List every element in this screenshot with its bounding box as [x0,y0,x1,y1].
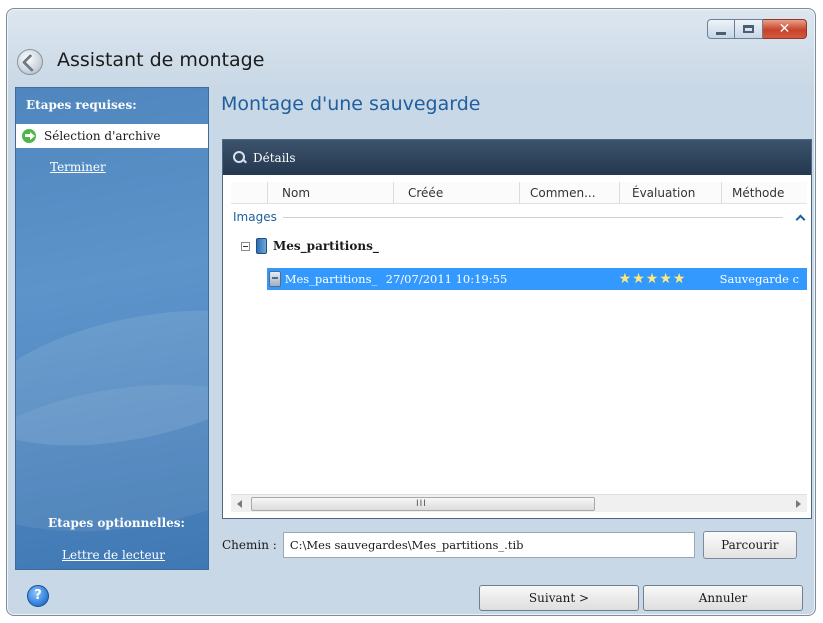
column-header-rating[interactable]: Évaluation [619,182,721,204]
drive-icon [256,238,267,254]
tree-node-label: Mes_partitions_ [273,239,379,253]
details-panel: Détails Nom Créée Commen... Évaluation M… [222,139,812,519]
path-label: Chemin : [222,538,277,552]
browse-button[interactable]: Parcourir [702,531,797,559]
tree-node-archive[interactable]: Mes_partitions_ [241,236,379,256]
row-method: Sauvegarde c [719,272,800,286]
row-created: 27/07/2011 10:19:55 [385,272,508,286]
path-row: Chemin : Parcourir [222,530,812,560]
scroll-left-icon[interactable] [237,500,242,508]
sidebar-item-label: Sélection d'archive [44,129,161,143]
details-label: Détails [253,150,296,165]
maximize-button[interactable] [735,19,763,39]
horizontal-scrollbar[interactable]: III [231,494,807,512]
close-icon: ✕ [778,21,791,37]
title-bar: Assistant de montage ✕ [7,9,815,83]
group-divider [282,216,783,218]
scroll-thumb[interactable]: III [251,497,595,511]
finish-link[interactable]: Terminer [50,160,106,174]
next-button[interactable]: Suivant > [479,585,639,611]
window-controls: ✕ [707,19,807,39]
arrow-right-icon [22,129,36,143]
required-steps-heading: Etapes requises: [26,98,137,112]
minimize-icon [716,31,726,35]
details-header: Détails [223,140,811,175]
drive-letter-link[interactable]: Lettre de lecteur [62,548,165,562]
maximize-icon [743,25,754,33]
row-name: Mes_partitions_ [284,272,378,286]
column-header-comment[interactable]: Commen... [519,182,619,204]
minimize-button[interactable] [707,19,735,39]
page-title: Montage d'une sauvegarde [221,93,481,115]
column-header-method[interactable]: Méthode [721,182,807,204]
column-headers: Nom Créée Commen... Évaluation Méthode [231,182,807,204]
magnifier-icon [233,150,247,165]
chevron-up-icon[interactable] [795,212,805,222]
cancel-button[interactable]: Annuler [643,585,803,611]
star-rating: ★★★★★ [618,271,687,287]
scroll-grip: III [416,499,427,509]
wizard-steps-sidebar: Etapes requises: Sélection d'archive Ter… [15,87,209,570]
scroll-right-icon[interactable] [796,500,801,508]
path-input[interactable] [282,532,695,558]
column-header-name[interactable]: Nom [267,182,393,204]
close-button[interactable]: ✕ [763,19,807,39]
optional-steps-heading: Etapes optionnelles: [48,516,185,530]
collapse-icon[interactable] [241,241,250,251]
app-icon [17,49,43,75]
help-icon[interactable]: ? [27,585,49,607]
window-title: Assistant de montage [57,49,265,71]
images-group-header[interactable]: Images [233,208,805,226]
sidebar-item-archive-selection[interactable]: Sélection d'archive [16,124,208,148]
column-header-created[interactable]: Créée [393,182,519,204]
column-header-spacer [231,182,267,204]
footer: ? Suivant > Annuler [7,573,815,617]
group-label: Images [233,210,277,224]
table-row[interactable]: Mes_partitions_ 27/07/2011 10:19:55 ★★★★… [267,268,807,290]
mount-wizard-window: Assistant de montage ✕ Etapes requises: … [6,8,816,616]
archive-icon [269,271,281,287]
